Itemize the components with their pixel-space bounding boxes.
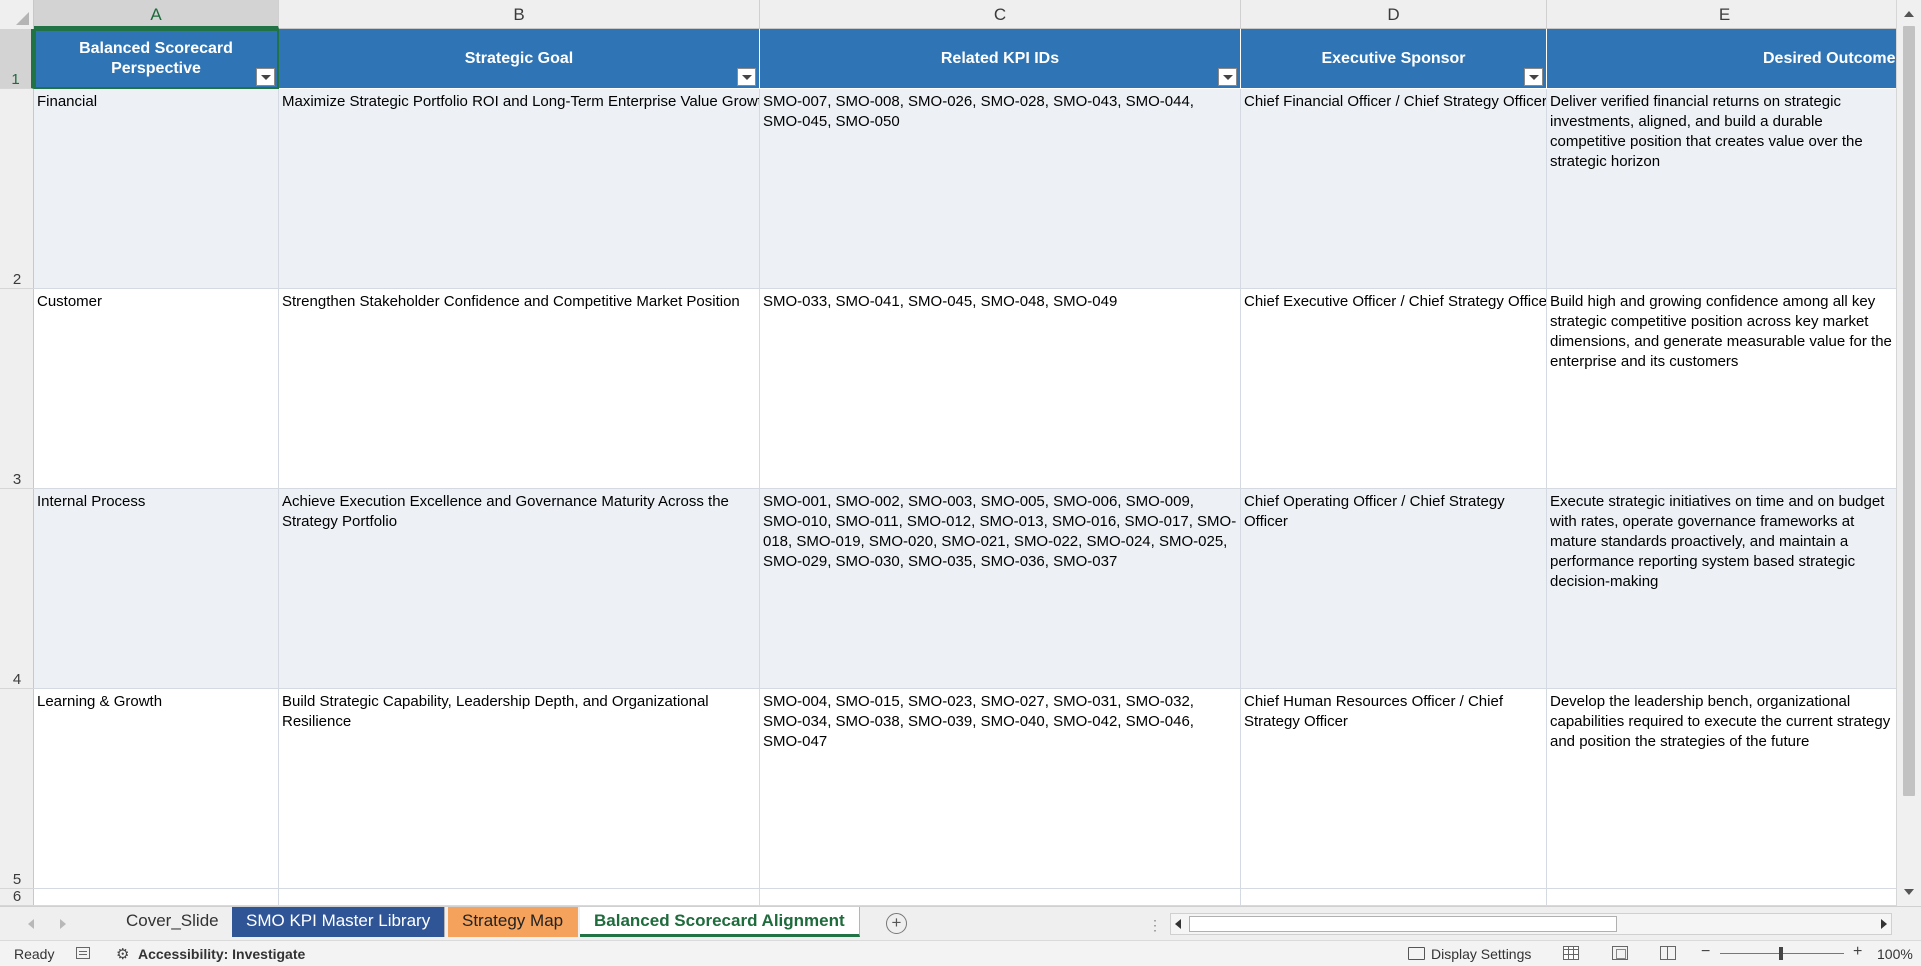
filter-dropdown-icon[interactable] — [1524, 68, 1543, 86]
cell-outcome[interactable]: Deliver verified financial returns on st… — [1547, 89, 1896, 289]
column-header-b[interactable]: B — [279, 0, 760, 29]
select-all-corner[interactable] — [0, 0, 34, 29]
tab-split-handle-icon[interactable]: ⋮ — [1148, 917, 1162, 934]
zoom-in-icon[interactable]: + — [1853, 943, 1862, 961]
header-perspective-label: Balanced Scorecard Perspective — [79, 39, 233, 77]
cell-outcome[interactable]: Execute strategic initiatives on time an… — [1547, 489, 1896, 689]
cell-perspective[interactable]: Learning & Growth — [34, 689, 279, 889]
filter-dropdown-icon[interactable] — [737, 68, 756, 86]
select-all-triangle-icon — [16, 12, 29, 25]
tab-smo-kpi-master-library[interactable]: SMO KPI Master Library — [232, 907, 446, 937]
table-row: Internal Process Achieve Execution Excel… — [34, 489, 1896, 689]
cell-sponsor[interactable]: Chief Financial Officer / Chief Strategy… — [1241, 89, 1547, 289]
cell-perspective[interactable]: Customer — [34, 289, 279, 489]
scroll-up-icon[interactable] — [1897, 4, 1921, 24]
table-header-row: Balanced Scorecard Perspective Strategic… — [34, 29, 1896, 89]
table-row: Learning & Growth Build Strategic Capabi… — [34, 689, 1896, 889]
cell-goal[interactable]: Maximize Strategic Portfolio ROI and Lon… — [279, 89, 760, 289]
macro-record-icon[interactable] — [76, 947, 90, 959]
cell-outcome[interactable]: Build high and growing confidence among … — [1547, 289, 1896, 489]
cell-kpis[interactable]: SMO-004, SMO-015, SMO-023, SMO-027, SMO-… — [760, 689, 1241, 889]
filter-dropdown-icon[interactable] — [256, 68, 275, 86]
cell-sponsor[interactable]: Chief Executive Officer / Chief Strategy… — [1241, 289, 1547, 489]
tab-strategy-map[interactable]: Strategy Map — [448, 907, 579, 937]
cell-kpis[interactable]: SMO-001, SMO-002, SMO-003, SMO-005, SMO-… — [760, 489, 1241, 689]
empty-cell[interactable] — [760, 889, 1241, 906]
spreadsheet-grid[interactable]: A B C D E 1 2 3 4 5 6 Balanced Scorecard… — [0, 0, 1921, 906]
vertical-scrollbar[interactable] — [1896, 0, 1921, 906]
sheet-tab-bar: Cover_Slide SMO KPI Master Library Strat… — [0, 906, 1921, 940]
row-header-4[interactable]: 4 — [0, 489, 34, 689]
cell-perspective[interactable]: Internal Process — [34, 489, 279, 689]
cell-perspective[interactable]: Financial — [34, 89, 279, 289]
zoom-slider-thumb[interactable] — [1779, 947, 1783, 960]
status-ready: Ready — [14, 946, 55, 962]
header-outcome-label: Desired Outcome — [1763, 49, 1896, 67]
header-goal-label: Strategic Goal — [464, 49, 574, 67]
display-settings-icon[interactable] — [1408, 947, 1425, 960]
header-cell-kpis[interactable]: Related KPI IDs — [760, 29, 1241, 89]
row-header-column: 1 2 3 4 5 6 — [0, 29, 34, 906]
column-header-d[interactable]: D — [1241, 0, 1547, 29]
row-header-1[interactable]: 1 — [0, 29, 34, 89]
table-row: Customer Strengthen Stakeholder Confiden… — [34, 289, 1896, 489]
header-cell-perspective[interactable]: Balanced Scorecard Perspective — [34, 29, 279, 89]
header-kpis-label: Related KPI IDs — [940, 49, 1060, 67]
empty-cell[interactable] — [1547, 889, 1896, 906]
filter-dropdown-icon[interactable] — [1218, 68, 1237, 86]
cell-area: Balanced Scorecard Perspective Strategic… — [34, 29, 1896, 906]
header-sponsor-label: Executive Sponsor — [1321, 49, 1466, 67]
tab-cover-slide[interactable]: Cover_Slide — [112, 907, 234, 937]
status-bar: Ready ⚙ Accessibility: Investigate Displ… — [0, 940, 1921, 966]
prev-sheet-icon[interactable] — [28, 919, 34, 929]
page-layout-icon[interactable] — [1612, 946, 1628, 960]
empty-cell[interactable] — [279, 889, 760, 906]
table-row: Financial Maximize Strategic Portfolio R… — [34, 89, 1896, 289]
scroll-right-icon[interactable] — [1881, 919, 1887, 929]
row-header-3[interactable]: 3 — [0, 289, 34, 489]
empty-cell[interactable] — [1241, 889, 1547, 906]
cell-kpis[interactable]: SMO-007, SMO-008, SMO-026, SMO-028, SMO-… — [760, 89, 1241, 289]
cell-sponsor[interactable]: Chief Human Resources Officer / Chief St… — [1241, 689, 1547, 889]
tab-balanced-scorecard-alignment[interactable]: Balanced Scorecard Alignment — [580, 907, 860, 937]
cell-goal[interactable]: Strengthen Stakeholder Confidence and Co… — [279, 289, 760, 489]
column-header-e[interactable]: E — [1547, 0, 1903, 29]
column-header-c[interactable]: C — [760, 0, 1241, 29]
row-header-6[interactable]: 6 — [0, 888, 34, 906]
accessibility-icon[interactable]: ⚙ — [116, 945, 129, 963]
page-break-icon[interactable] — [1660, 946, 1676, 960]
zoom-level[interactable]: 100% — [1877, 946, 1913, 962]
empty-cell[interactable] — [34, 889, 279, 906]
vertical-scroll-thumb[interactable] — [1903, 26, 1915, 796]
header-cell-outcome[interactable]: Desired Outcome — [1547, 29, 1896, 89]
cell-outcome[interactable]: Develop the leadership bench, organizati… — [1547, 689, 1896, 889]
scroll-left-icon[interactable] — [1175, 919, 1181, 929]
row-header-2[interactable]: 2 — [0, 89, 34, 289]
normal-view-icon[interactable] — [1563, 946, 1579, 960]
next-sheet-icon[interactable] — [60, 919, 66, 929]
zoom-out-icon[interactable]: − — [1701, 943, 1710, 961]
cell-kpis[interactable]: SMO-033, SMO-041, SMO-045, SMO-048, SMO-… — [760, 289, 1241, 489]
row-header-5[interactable]: 5 — [0, 689, 34, 889]
scroll-down-icon[interactable] — [1897, 882, 1921, 902]
horizontal-scrollbar[interactable] — [1170, 913, 1892, 935]
horizontal-scroll-thumb[interactable] — [1189, 916, 1617, 932]
column-header-a[interactable]: A — [34, 0, 279, 29]
header-cell-goal[interactable]: Strategic Goal — [279, 29, 760, 89]
accessibility-status[interactable]: Accessibility: Investigate — [138, 946, 305, 962]
cell-goal[interactable]: Build Strategic Capability, Leadership D… — [279, 689, 760, 889]
cell-goal[interactable]: Achieve Execution Excellence and Governa… — [279, 489, 760, 689]
cell-sponsor[interactable]: Chief Operating Officer / Chief Strategy… — [1241, 489, 1547, 689]
add-sheet-icon[interactable]: + — [886, 913, 907, 934]
header-cell-sponsor[interactable]: Executive Sponsor — [1241, 29, 1547, 89]
table-row — [34, 889, 1896, 906]
display-settings-button[interactable]: Display Settings — [1431, 946, 1531, 962]
